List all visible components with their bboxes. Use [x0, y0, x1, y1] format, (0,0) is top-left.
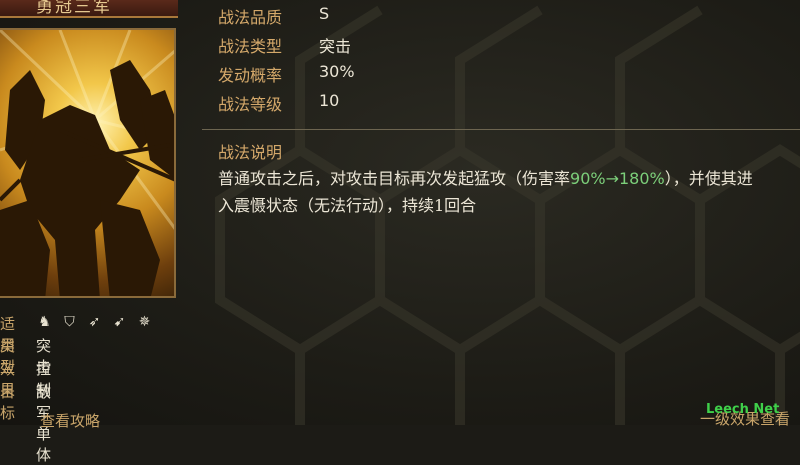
- wheel-icon: ✵: [138, 314, 151, 330]
- damage-rate-highlight: 90%→180%: [570, 169, 665, 188]
- trigger-rate-label: 发动概率: [218, 66, 283, 85]
- cavalry-icon: ♞: [38, 314, 51, 330]
- description-title: 战法说明: [218, 143, 283, 162]
- tactic-card-panel: 勇冠三军 适用 ♞ ⛉ ➶ ➹ ✵ 类型 突击 效果 控制 目标 敌军单体 查看…: [0, 0, 190, 464]
- spear-icon: ➹: [113, 314, 126, 330]
- quality-label: 战法品质: [218, 8, 283, 27]
- watermark-logo: Leech Net: [706, 402, 780, 417]
- description-text-a: 普通攻击之后，对攻击目标再次发起猛攻（伤害率: [218, 169, 571, 188]
- unit-icons: ♞ ⛉ ➶ ➹ ✵: [36, 314, 153, 331]
- shield-icon: ⛉: [64, 314, 75, 330]
- level-value: 10: [319, 91, 340, 110]
- tactic-type-value: 突击: [319, 37, 352, 56]
- section-divider: [202, 129, 800, 130]
- description-line-2: 入震慑状态（无法行动），持续1回合: [218, 196, 477, 215]
- tactic-card-art: [0, 28, 176, 298]
- bow-icon: ➶: [88, 314, 101, 330]
- tactic-type-label: 战法类型: [218, 37, 283, 56]
- level-label: 战法等级: [218, 95, 283, 114]
- target-label: 目标: [0, 383, 16, 422]
- card-title: 勇冠三军: [36, 0, 112, 17]
- card-title-strip: 勇冠三军: [0, 0, 178, 18]
- description-text-b: ），并使其进: [664, 169, 753, 188]
- view-guide-link[interactable]: 查看攻略: [40, 410, 100, 431]
- trigger-rate-value: 30%: [319, 62, 355, 81]
- quality-value: S: [319, 4, 330, 23]
- description-line-1: 普通攻击之后，对攻击目标再次发起猛攻（伤害率90%→180%），并使其进: [218, 165, 753, 189]
